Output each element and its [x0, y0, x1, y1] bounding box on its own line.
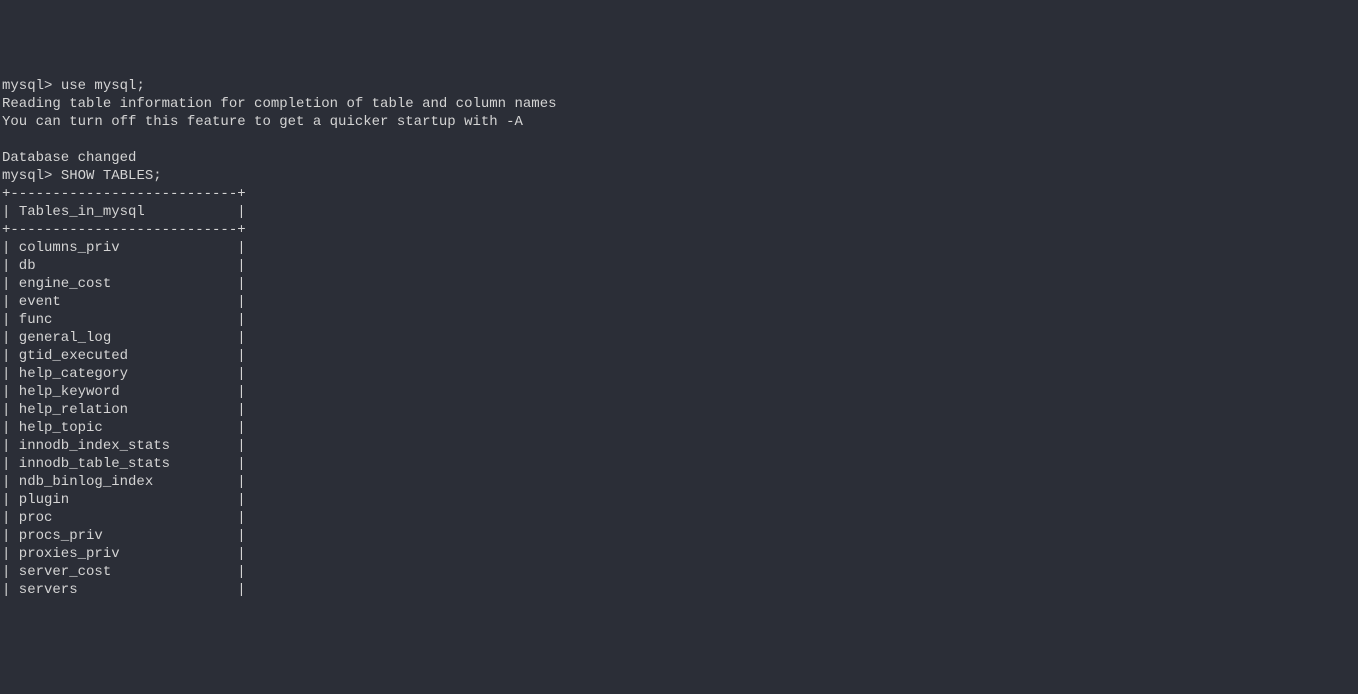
table-row: | ndb_binlog_index | — [2, 473, 1356, 491]
status-line: Database changed — [2, 149, 1356, 167]
table-row: | server_cost | — [2, 563, 1356, 581]
table-row: | engine_cost | — [2, 275, 1356, 293]
table-row: | event | — [2, 293, 1356, 311]
table-row: | servers | — [2, 581, 1356, 599]
table-row: | proxies_priv | — [2, 545, 1356, 563]
table-border: +---------------------------+ — [2, 185, 1356, 203]
command-line: mysql> use mysql; — [2, 77, 1356, 95]
table-row: | columns_priv | — [2, 239, 1356, 257]
table-header-row: | Tables_in_mysql | — [2, 203, 1356, 221]
table-row: | plugin | — [2, 491, 1356, 509]
table-body: | columns_priv || db || engine_cost || e… — [2, 239, 1356, 599]
info-line: Reading table information for completion… — [2, 95, 1356, 113]
table-row: | db | — [2, 257, 1356, 275]
table-row: | help_relation | — [2, 401, 1356, 419]
table-row: | innodb_table_stats | — [2, 455, 1356, 473]
command-use: use mysql; — [61, 78, 145, 94]
table-row: | help_keyword | — [2, 383, 1356, 401]
table-row: | general_log | — [2, 329, 1356, 347]
table-row: | proc | — [2, 509, 1356, 527]
table-row: | procs_priv | — [2, 527, 1356, 545]
prompt: mysql> — [2, 168, 52, 184]
info-line: You can turn off this feature to get a q… — [2, 113, 1356, 131]
table-row: | gtid_executed | — [2, 347, 1356, 365]
table-row: | help_category | — [2, 365, 1356, 383]
table-row: | help_topic | — [2, 419, 1356, 437]
table-header: Tables_in_mysql — [19, 204, 145, 220]
table-row: | innodb_index_stats | — [2, 437, 1356, 455]
terminal-output[interactable]: mysql> use mysql;Reading table informati… — [0, 72, 1358, 604]
blank-line — [2, 131, 1356, 149]
prompt: mysql> — [2, 78, 52, 94]
command-show: SHOW TABLES; — [61, 168, 162, 184]
command-line: mysql> SHOW TABLES; — [2, 167, 1356, 185]
table-row: | func | — [2, 311, 1356, 329]
table-border: +---------------------------+ — [2, 221, 1356, 239]
